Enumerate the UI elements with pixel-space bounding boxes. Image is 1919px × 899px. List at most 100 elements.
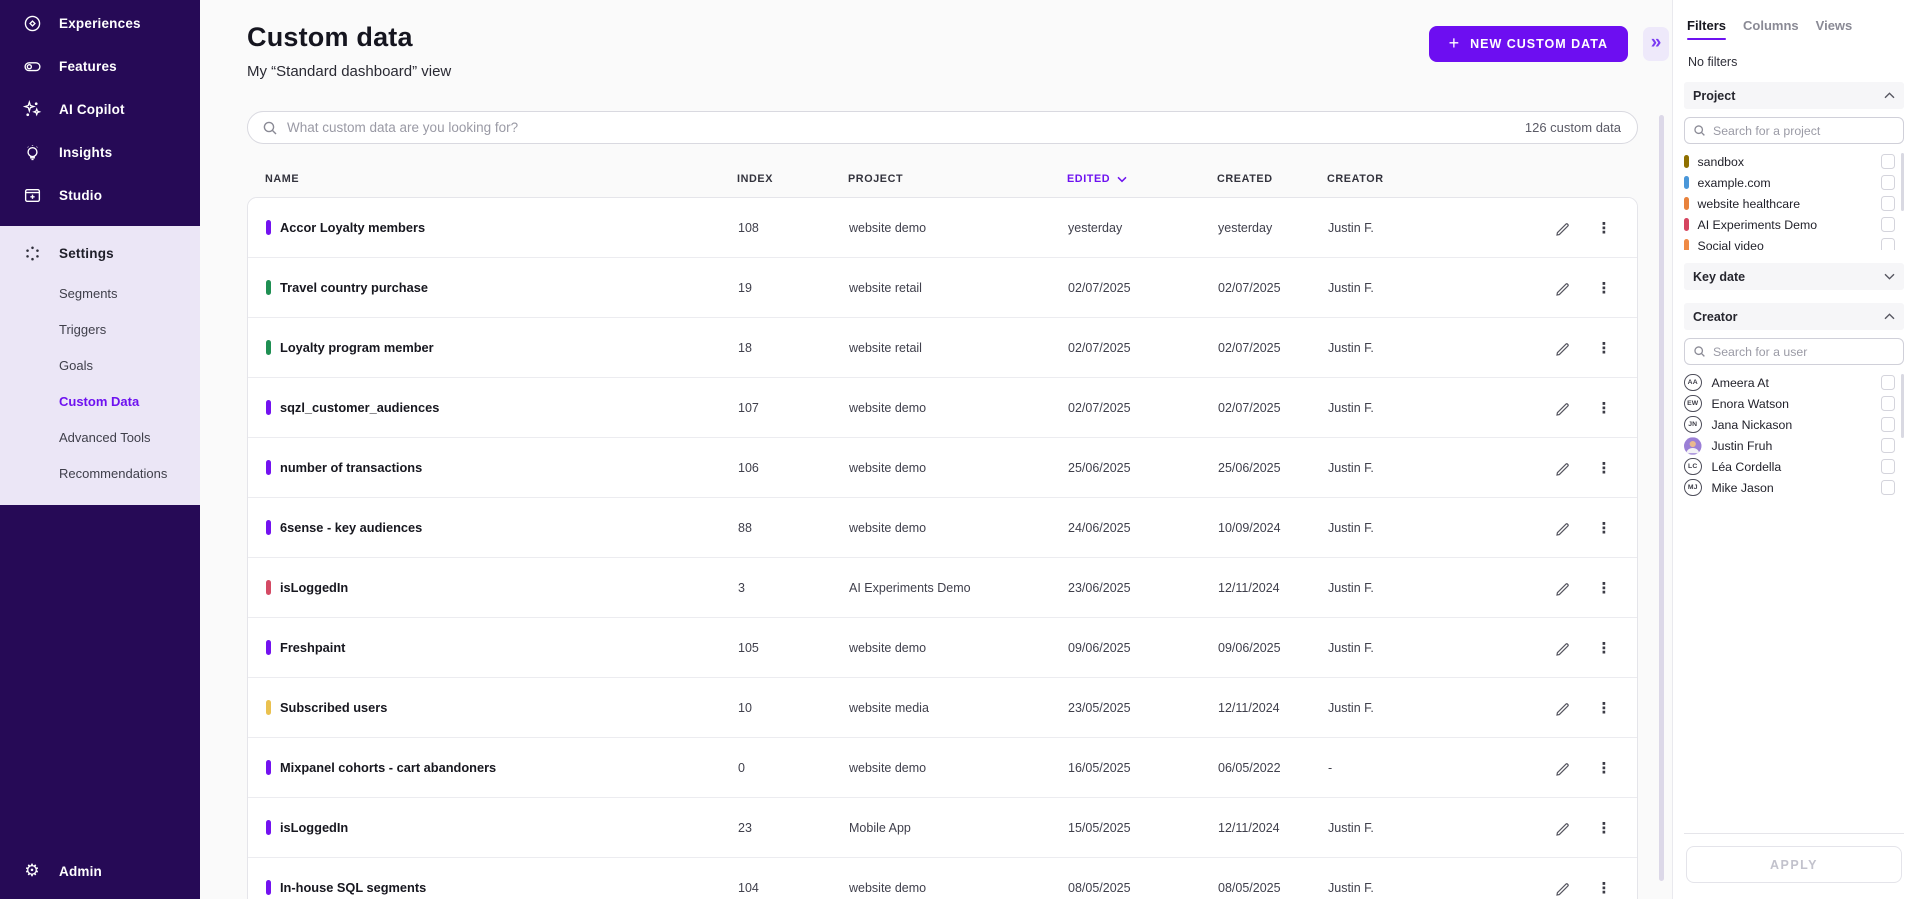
project-list-item[interactable]: website healthcare — [1684, 193, 1904, 214]
kebab-menu-icon[interactable]: ⋮ — [1593, 877, 1615, 899]
edit-pencil-icon[interactable] — [1551, 577, 1573, 599]
project-list-item[interactable]: sandbox — [1684, 151, 1904, 172]
sidebar-item-triggers[interactable]: Triggers — [0, 311, 200, 347]
row-created: 09/06/2025 — [1218, 640, 1281, 655]
sidebar-item-features[interactable]: Features — [0, 45, 200, 88]
table-row[interactable]: sqzl_customer_audiences 107 website demo… — [248, 378, 1637, 438]
search-input[interactable] — [287, 120, 1525, 135]
creator-list-item[interactable]: EW Enora Watson — [1684, 393, 1904, 414]
apply-button[interactable]: APPLY — [1686, 846, 1902, 883]
sidebar-item-admin[interactable]: ⚙ Admin — [0, 850, 200, 893]
project-list-item[interactable]: example.com — [1684, 172, 1904, 193]
sidebar-item-experiences[interactable]: Experiences — [0, 2, 200, 45]
sidebar-item-advanced-tools[interactable]: Advanced Tools — [0, 419, 200, 455]
kebab-menu-icon[interactable]: ⋮ — [1593, 217, 1615, 239]
sidebar-item-studio[interactable]: Studio — [0, 174, 200, 217]
creator-checkbox[interactable] — [1880, 459, 1895, 474]
edit-pencil-icon[interactable] — [1551, 457, 1573, 479]
kebab-menu-icon[interactable]: ⋮ — [1593, 577, 1615, 599]
table-row[interactable]: isLoggedIn 23 Mobile App 15/05/2025 12/1… — [248, 798, 1637, 858]
project-checkbox[interactable] — [1880, 154, 1895, 169]
project-list-item[interactable]: Social video — [1684, 235, 1904, 250]
creator-list-item[interactable]: JN Jana Nickason — [1684, 414, 1904, 435]
table-row[interactable]: number of transactions 106 website demo … — [248, 438, 1637, 498]
kebab-menu-icon[interactable]: ⋮ — [1593, 517, 1615, 539]
column-header-project[interactable]: PROJECT — [848, 173, 1067, 185]
edit-pencil-icon[interactable] — [1551, 277, 1573, 299]
table-row[interactable]: isLoggedIn 3 AI Experiments Demo 23/06/2… — [248, 558, 1637, 618]
sidebar-item-segments[interactable]: Segments — [0, 275, 200, 311]
sidebar-item-settings[interactable]: Settings — [0, 232, 200, 275]
edit-pencil-icon[interactable] — [1551, 697, 1573, 719]
column-header-index[interactable]: INDEX — [737, 173, 848, 185]
creator-list-item[interactable]: AA Ameera At — [1684, 372, 1904, 393]
creator-list-scrollbar[interactable] — [1900, 374, 1904, 438]
creator-list-item[interactable]: Justin Fruh — [1684, 435, 1904, 456]
edit-pencil-icon[interactable] — [1551, 517, 1573, 539]
project-search-input[interactable] — [1713, 123, 1895, 138]
edit-pencil-icon[interactable] — [1551, 637, 1573, 659]
creator-list-item[interactable]: LC Léa Cordella — [1684, 456, 1904, 477]
kebab-menu-icon[interactable]: ⋮ — [1593, 337, 1615, 359]
sidebar-item-custom-data[interactable]: Custom Data — [0, 383, 200, 419]
project-list-item[interactable]: AI Experiments Demo — [1684, 214, 1904, 235]
chevron-up-icon — [1884, 313, 1895, 320]
project-checkbox[interactable] — [1880, 217, 1895, 232]
project-section-header[interactable]: Project — [1684, 82, 1904, 109]
kebab-menu-icon[interactable]: ⋮ — [1593, 697, 1615, 719]
row-actions: ⋮ — [1448, 757, 1637, 779]
edit-pencil-icon[interactable] — [1551, 217, 1573, 239]
project-checkbox[interactable] — [1880, 175, 1895, 190]
sidebar-item-recommendations[interactable]: Recommendations — [0, 455, 200, 491]
table-row[interactable]: Loyalty program member 18 website retail… — [248, 318, 1637, 378]
kebab-menu-icon[interactable]: ⋮ — [1593, 277, 1615, 299]
kebab-menu-icon[interactable]: ⋮ — [1593, 757, 1615, 779]
creator-section-header[interactable]: Creator — [1684, 303, 1904, 330]
sidebar-item-goals[interactable]: Goals — [0, 347, 200, 383]
creator-checkbox[interactable] — [1880, 375, 1895, 390]
sub-item-label: Advanced Tools — [59, 429, 151, 445]
ai-copilot-icon — [22, 100, 42, 120]
sub-item-label: Recommendations — [59, 465, 168, 481]
sidebar-item-label: Insights — [59, 145, 113, 160]
table-row[interactable]: Freshpaint 105 website demo 09/06/2025 0… — [248, 618, 1637, 678]
table-row[interactable]: In-house SQL segments 104 website demo 0… — [248, 858, 1637, 899]
project-checkbox[interactable] — [1880, 238, 1895, 250]
creator-checkbox[interactable] — [1880, 396, 1895, 411]
creator-checkbox[interactable] — [1880, 438, 1895, 453]
collapse-panel-button[interactable]: » — [1643, 27, 1669, 61]
key-date-section-header[interactable]: Key date — [1684, 263, 1904, 290]
main-scrollbar[interactable] — [1659, 115, 1664, 881]
edit-pencil-icon[interactable] — [1551, 337, 1573, 359]
kebab-menu-icon[interactable]: ⋮ — [1593, 817, 1615, 839]
table-row[interactable]: Travel country purchase 19 website retai… — [248, 258, 1637, 318]
kebab-menu-icon[interactable]: ⋮ — [1593, 457, 1615, 479]
edit-pencil-icon[interactable] — [1551, 757, 1573, 779]
kebab-menu-icon[interactable]: ⋮ — [1593, 637, 1615, 659]
sidebar-item-ai-copilot[interactable]: AI Copilot — [0, 88, 200, 131]
creator-checkbox[interactable] — [1880, 480, 1895, 495]
new-custom-data-button[interactable]: + NEW CUSTOM DATA — [1428, 26, 1628, 62]
table-row[interactable]: Accor Loyalty members 108 website demo y… — [248, 198, 1637, 258]
column-header-created[interactable]: CREATED — [1217, 173, 1327, 185]
creator-search-input[interactable] — [1713, 344, 1895, 359]
edit-pencil-icon[interactable] — [1551, 397, 1573, 419]
table-row[interactable]: Subscribed users 10 website media 23/05/… — [248, 678, 1637, 738]
tab-columns[interactable]: Columns — [1743, 18, 1799, 40]
table-row[interactable]: 6sense - key audiences 88 website demo 2… — [248, 498, 1637, 558]
table-row[interactable]: Mixpanel cohorts - cart abandoners 0 web… — [248, 738, 1637, 798]
column-header-edited[interactable]: EDITED — [1067, 173, 1217, 185]
column-header-name[interactable]: NAME — [247, 173, 737, 185]
edit-pencil-icon[interactable] — [1551, 877, 1573, 899]
project-checkbox[interactable] — [1880, 196, 1895, 211]
tab-views[interactable]: Views — [1816, 18, 1853, 40]
column-header-creator[interactable]: CREATOR — [1327, 173, 1447, 185]
project-list-scrollbar[interactable] — [1900, 153, 1904, 211]
tab-filters[interactable]: Filters — [1687, 18, 1727, 40]
kebab-menu-icon[interactable]: ⋮ — [1593, 397, 1615, 419]
edit-pencil-icon[interactable] — [1551, 817, 1573, 839]
creator-list-item[interactable]: MJ Mike Jason — [1684, 477, 1904, 498]
creator-checkbox[interactable] — [1880, 417, 1895, 432]
section-title: Creator — [1693, 309, 1738, 324]
sidebar-item-insights[interactable]: Insights — [0, 131, 200, 174]
